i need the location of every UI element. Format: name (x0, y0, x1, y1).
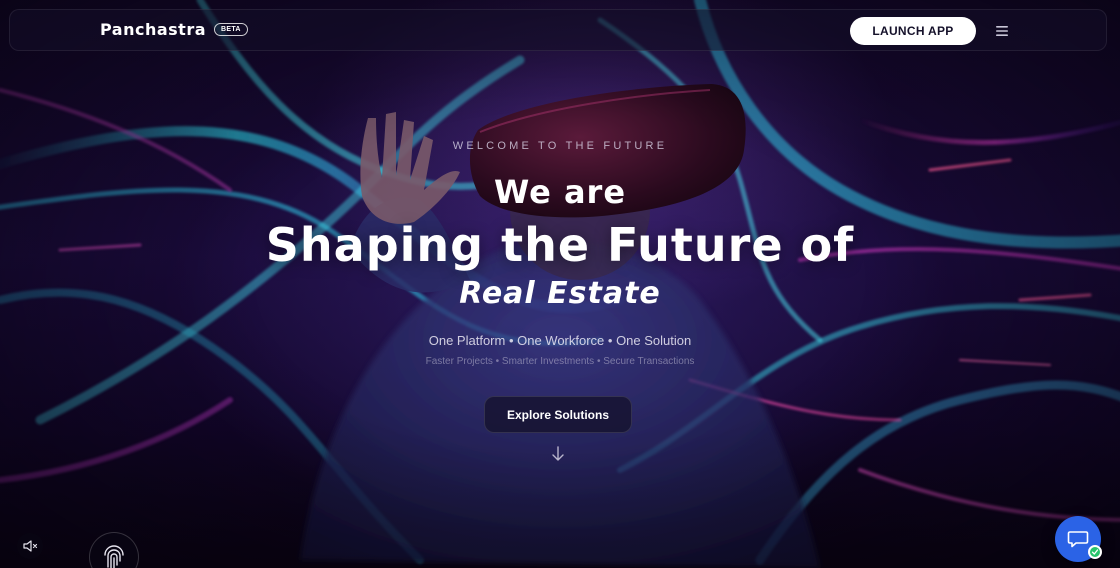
hero-heading-line-1: We are (493, 173, 627, 211)
hero-subtagline: Faster Projects • Smarter Investments • … (425, 356, 695, 367)
landing-page: Panchastra BETA LAUNCH APP WELCOME TO TH… (0, 0, 1120, 568)
brand-logo[interactable]: Panchastra BETA (100, 20, 248, 39)
hero-tagline: One Platform • One Workforce • One Solut… (428, 333, 692, 348)
arrow-down-icon[interactable] (551, 446, 565, 462)
beta-badge: BETA (214, 23, 248, 36)
hero-heading-line-3: Real Estate (459, 276, 661, 311)
brand-name: Panchastra (100, 20, 207, 39)
hero-heading-line-2: Shaping the Future of (265, 218, 855, 272)
speaker-muted-icon[interactable] (17, 533, 43, 559)
online-status-icon (1088, 545, 1102, 559)
hero-eyebrow: WELCOME TO THE FUTURE (452, 140, 668, 152)
launch-app-button[interactable]: LAUNCH APP (850, 17, 976, 45)
vr-figure-illustration (300, 84, 820, 568)
top-navbar: Panchastra BETA LAUNCH APP (9, 9, 1107, 51)
explore-solutions-button[interactable]: Explore Solutions (484, 396, 632, 433)
menu-icon[interactable] (993, 23, 1011, 39)
